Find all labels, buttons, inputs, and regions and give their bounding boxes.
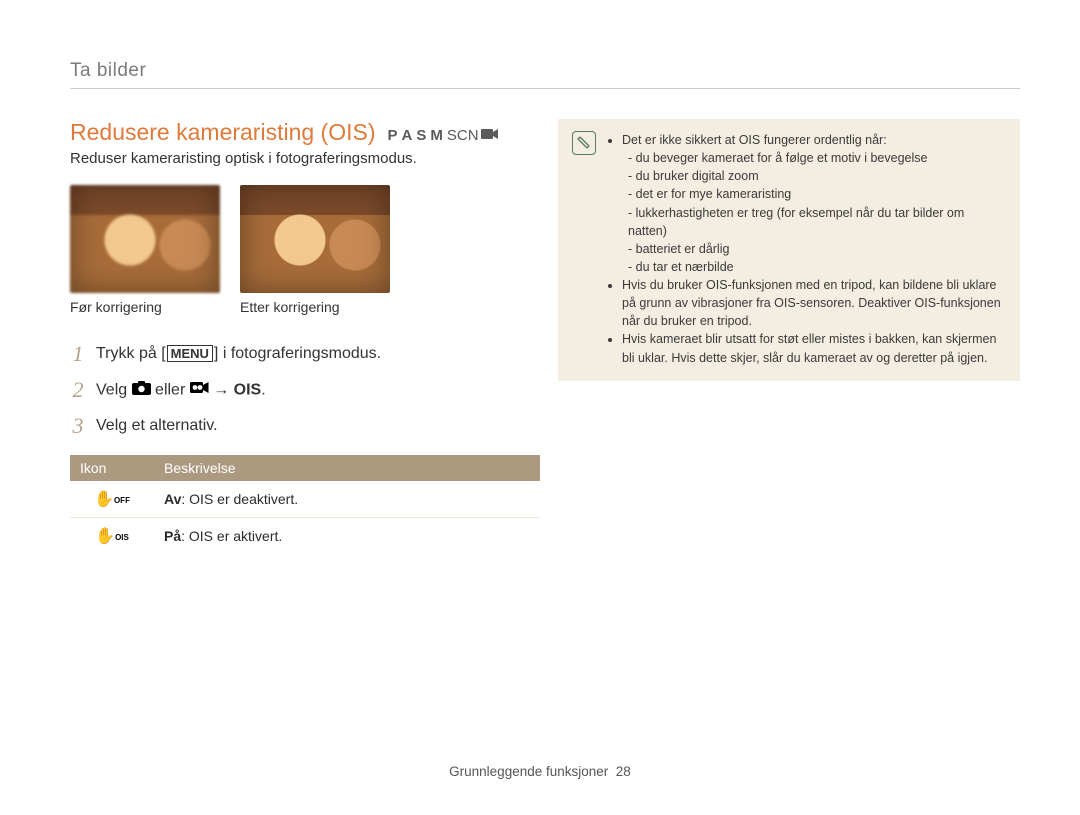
note-icon: [572, 131, 596, 155]
row-text: : OIS er deaktivert.: [181, 491, 298, 507]
photo-before: [70, 185, 220, 293]
step-2-arrow: →: [213, 381, 233, 398]
step-2: 2 Velg eller → OIS.: [70, 377, 540, 403]
caption-before: Før korrigering: [70, 299, 220, 315]
step-number: 2: [70, 377, 86, 403]
example-photos: [70, 185, 540, 293]
breadcrumb: Ta bilder: [70, 60, 1020, 82]
page-root: Ta bilder Redusere kameraristing (OIS) P…: [0, 0, 1080, 815]
step-2-text-b: eller: [155, 381, 190, 398]
note-bullet-3: Hvis kameraet blir utsatt for støt eller…: [622, 330, 1006, 366]
row-label: Av: [164, 491, 181, 507]
step-2-ois: OIS: [234, 381, 262, 398]
note-sub-item: du beveger kameraet for å følge et motiv…: [628, 149, 1006, 167]
step-1-text-a: Trykk på [: [96, 345, 166, 362]
columns: Redusere kameraristing (OIS) P A S M SCN…: [70, 119, 1020, 554]
step-2-text-e: .: [261, 381, 265, 398]
ois-on-icon: ✋OIS: [70, 518, 154, 555]
page-number: 28: [616, 764, 631, 779]
th-icon: Ikon: [70, 455, 154, 481]
row-text: : OIS er aktivert.: [181, 528, 282, 544]
subtitle: Reduser kameraristing optisk i fotografe…: [70, 150, 540, 167]
step-3: 3 Velg et alternativ.: [70, 413, 540, 439]
photo-captions: Før korrigering Etter korrigering: [70, 299, 540, 315]
note-box: Det er ikke sikkert at OIS fungerer orde…: [558, 119, 1020, 381]
right-column: Det er ikke sikkert at OIS fungerer orde…: [558, 119, 1020, 381]
step-1-text-b: ] i fotograferingsmodus.: [214, 345, 381, 362]
title-line: Redusere kameraristing (OIS) P A S M SCN: [70, 119, 540, 146]
videocam-icon: [481, 127, 499, 144]
footer-section: Grunnleggende funksjoner: [449, 764, 608, 779]
note-sub-item: lukkerhastigheten er treg (for eksempel …: [628, 204, 1006, 240]
mode-p: P: [388, 127, 400, 144]
step-2-text-a: Velg: [96, 381, 132, 398]
menu-button-label: MENU: [167, 345, 213, 362]
mode-s: S: [416, 127, 428, 144]
camera-icon: [132, 382, 155, 399]
videocam-icon: [190, 381, 213, 398]
mode-m: M: [430, 127, 445, 144]
note-bullet-2: Hvis du bruker OIS-funksjonen med en tri…: [622, 276, 1006, 330]
footer: Grunnleggende funksjoner 28: [0, 764, 1080, 779]
row-label: På: [164, 528, 181, 544]
rule: [70, 88, 1020, 89]
page-title: Redusere kameraristing (OIS): [70, 119, 376, 146]
options-table: Ikon Beskrivelse ✋OFF Av: OIS er deaktiv…: [70, 455, 540, 554]
photo-after: [240, 185, 390, 293]
mode-scn: SCN: [447, 127, 479, 144]
mode-icons: P A S M SCN: [388, 127, 499, 144]
note-intro: Det er ikke sikkert at OIS fungerer orde…: [622, 131, 1006, 276]
note-sub-item: du tar et nærbilde: [628, 258, 1006, 276]
mode-a: A: [402, 127, 415, 144]
note-sub-item: batteriet er dårlig: [628, 240, 1006, 258]
note-list: Det er ikke sikkert at OIS fungerer orde…: [606, 131, 1006, 367]
step-3-text: Velg et alternativ.: [96, 417, 218, 435]
ois-off-icon: ✋OFF: [70, 481, 154, 518]
th-desc: Beskrivelse: [154, 455, 540, 481]
table-row: ✋OFF Av: OIS er deaktivert.: [70, 481, 540, 518]
left-column: Redusere kameraristing (OIS) P A S M SCN…: [70, 119, 540, 554]
step-number: 1: [70, 341, 86, 367]
step-1: 1 Trykk på [MENU] i fotograferingsmodus.: [70, 341, 540, 367]
table-row: ✋OIS På: OIS er aktivert.: [70, 518, 540, 555]
caption-after: Etter korrigering: [240, 299, 390, 315]
note-sub-item: det er for mye kameraristing: [628, 185, 1006, 203]
note-sub-item: du bruker digital zoom: [628, 167, 1006, 185]
steps-list: 1 Trykk på [MENU] i fotograferingsmodus.…: [70, 341, 540, 439]
step-number: 3: [70, 413, 86, 439]
